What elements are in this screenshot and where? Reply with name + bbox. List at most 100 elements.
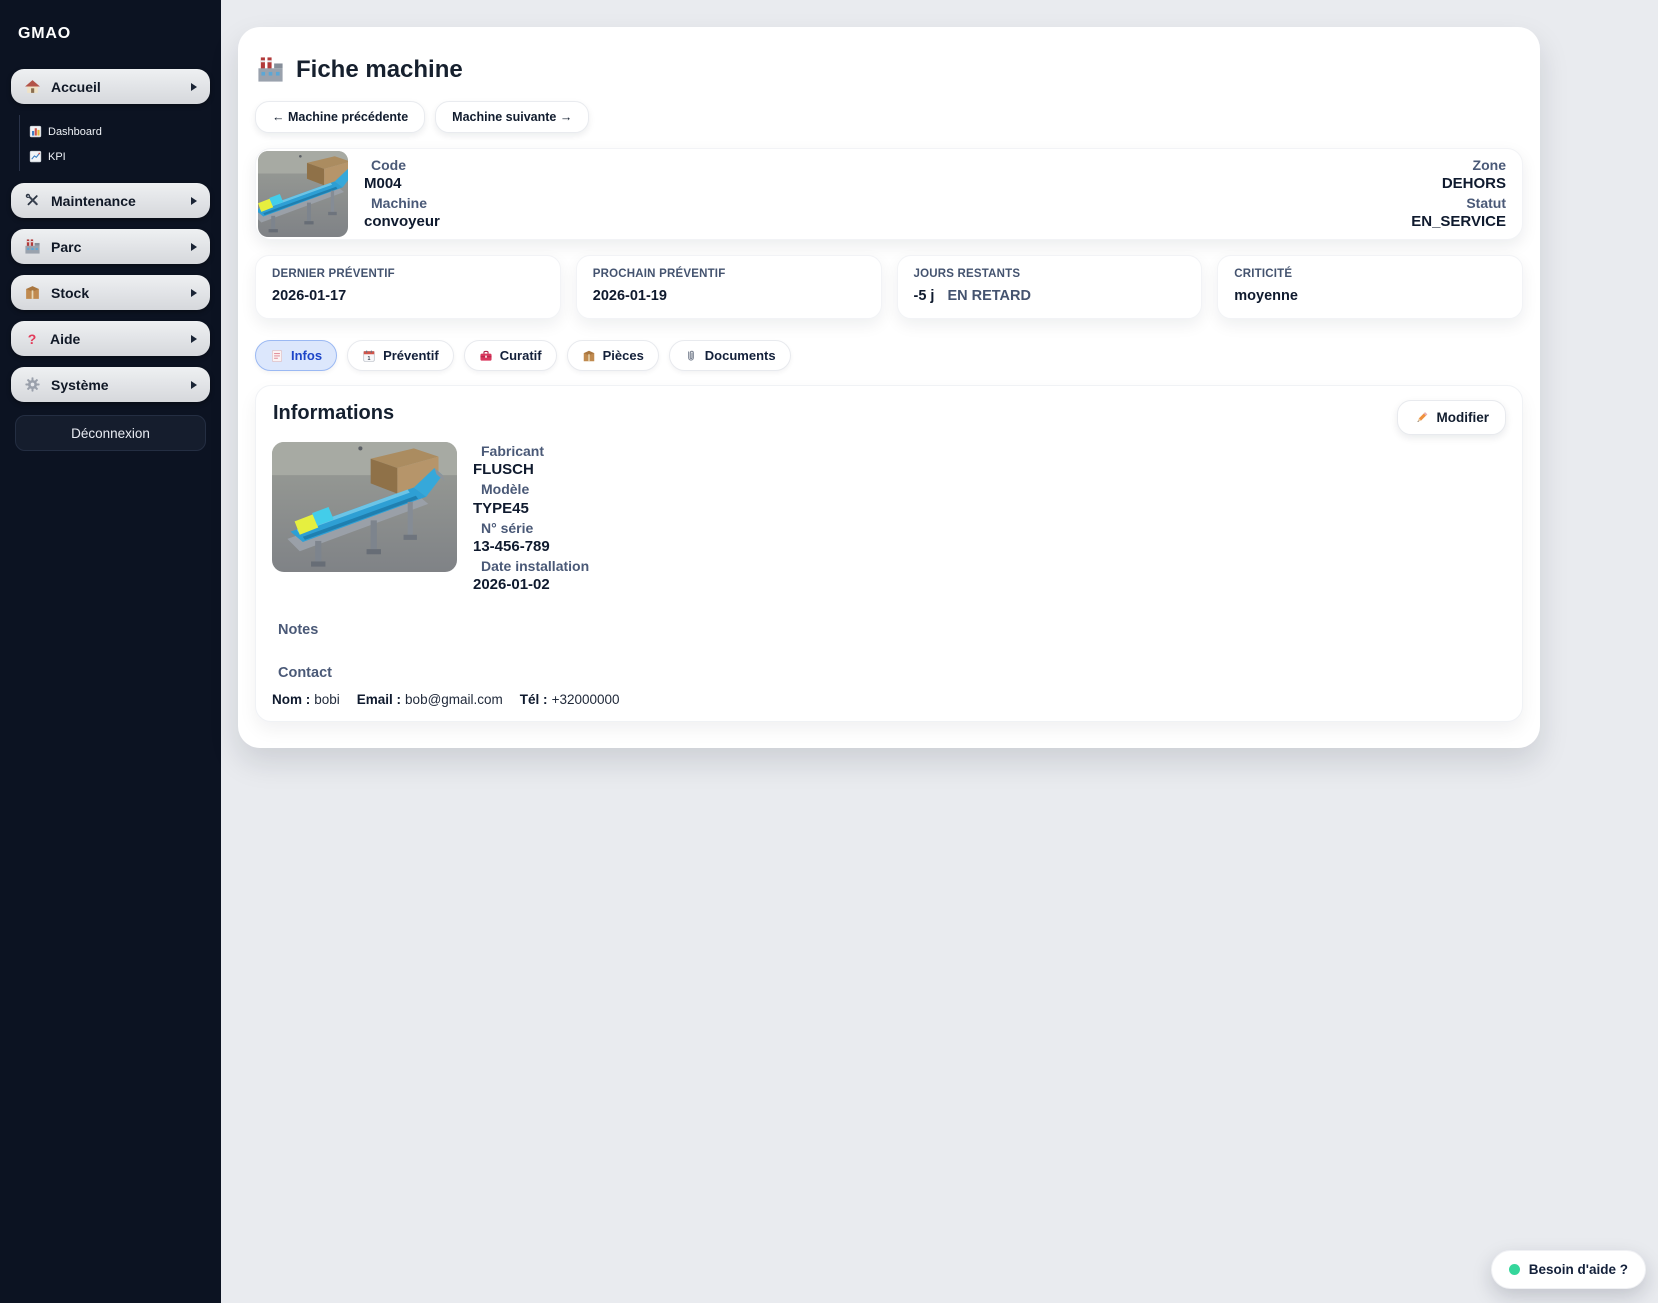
stat-card-criticite: CRITICITÉ moyenne [1217,255,1523,319]
statut-value: EN_SERVICE [1411,212,1506,232]
factory-icon [24,238,41,255]
contact-tel-value: +32000000 [552,692,620,707]
next-machine-button[interactable]: Machine suivante → [435,101,589,133]
sidebar: GMAO Accueil Dashboard KPI Maintenance P… [0,0,221,1303]
stat-card-dernier-preventif: DERNIER PRÉVENTIF 2026-01-17 [255,255,561,319]
edit-button-label: Modifier [1437,410,1490,425]
stat-value: -5 jEN RETARD [914,288,1186,304]
chevron-right-icon [191,83,197,91]
tab-bar: Infos Préventif Curatif Pièces Documents [255,340,1523,371]
sidebar-nav: Accueil Dashboard KPI Maintenance Parc [0,69,221,451]
chevron-right-icon [191,197,197,205]
contact-tel-label: Tél : [520,692,548,707]
field-label: Date installation [473,557,589,575]
zone-value: DEHORS [1411,174,1506,194]
stat-extra: EN RETARD [947,288,1031,304]
tab-documents[interactable]: Documents [669,340,791,371]
sidebar-item-label: Accueil [51,79,101,95]
zone-label: Zone [1411,156,1506,174]
sidebar-item-dashboard[interactable]: Dashboard [29,119,221,144]
contact-email-value: bob@gmail.com [405,692,503,707]
machine-nav-buttons: ← Machine précédente Machine suivante → [255,101,1523,133]
edit-button[interactable]: Modifier [1397,400,1507,435]
stat-card-jours-restants: JOURS RESTANTS -5 jEN RETARD [897,255,1203,319]
code-label: Code [364,156,440,174]
contact-nom-value: bobi [314,692,340,707]
sidebar-item-maintenance[interactable]: Maintenance [11,183,210,218]
sidebar-item-stock[interactable]: Stock [11,275,210,310]
question-icon: ? [24,331,40,347]
sidebar-item-label: Aide [50,331,80,347]
stat-value: 2026-01-17 [272,288,544,304]
stat-value: moyenne [1234,288,1506,304]
tab-label: Curatif [500,348,542,363]
logout-button[interactable]: Déconnexion [15,415,206,451]
sidebar-item-label: Stock [51,285,89,301]
home-icon [24,78,41,95]
previous-machine-button[interactable]: ← Machine précédente [255,101,425,133]
package-icon [582,349,596,363]
package-icon [24,284,41,301]
page-container: Fiche machine ← Machine précédente Machi… [238,27,1540,748]
machine-value: convoyeur [364,212,440,232]
stat-cards: DERNIER PRÉVENTIF 2026-01-17 PROCHAIN PR… [255,255,1523,319]
sidebar-subnav: Dashboard KPI [19,115,221,171]
help-button[interactable]: Besoin d'aide ? [1491,1250,1646,1289]
notes-heading: Notes [278,622,1506,638]
tab-label: Infos [291,348,322,363]
field-label: Fabricant [473,442,589,460]
machine-photo [258,151,348,237]
machine-header-card: Code M004 Machine convoyeur Zone DEHORS … [255,148,1523,240]
statut-label: Statut [1411,194,1506,212]
machine-identity: Code M004 Machine convoyeur [364,156,440,233]
informations-card: Informations Modifier Fabricant FLUSCH M… [255,385,1523,722]
tab-label: Préventif [383,348,439,363]
sidebar-item-parc[interactable]: Parc [11,229,210,264]
sidebar-item-label: Système [51,377,109,393]
chevron-right-icon [191,289,197,297]
informations-title: Informations [273,402,1506,425]
stat-label: CRITICITÉ [1234,268,1506,280]
field-value: 13-456-789 [473,537,589,557]
tab-pieces[interactable]: Pièces [567,340,659,371]
chevron-right-icon [191,243,197,251]
app-logo: GMAO [0,0,221,43]
tab-label: Documents [705,348,776,363]
sidebar-item-accueil[interactable]: Accueil [11,69,210,104]
field-value: 2026-01-02 [473,575,589,595]
tab-label: Pièces [603,348,644,363]
tab-curatif[interactable]: Curatif [464,340,557,371]
line-chart-icon [29,150,42,163]
machine-photo-large [272,442,457,572]
help-button-label: Besoin d'aide ? [1529,1262,1628,1277]
tools-icon [24,192,41,209]
toolbox-icon [479,349,493,363]
sidebar-subitem-label: KPI [48,151,66,163]
informations-body: Fabricant FLUSCH Modèle TYPE45 N° série … [272,442,1506,595]
sidebar-item-aide[interactable]: ? Aide [11,321,210,356]
field-value: FLUSCH [473,460,589,480]
stat-label: DERNIER PRÉVENTIF [272,268,544,280]
stat-label: PROCHAIN PRÉVENTIF [593,268,865,280]
memo-icon [270,349,284,363]
machine-fields: Fabricant FLUSCH Modèle TYPE45 N° série … [473,442,589,595]
sidebar-item-kpi[interactable]: KPI [29,144,221,169]
chevron-right-icon [191,381,197,389]
machine-location-status: Zone DEHORS Statut EN_SERVICE [1411,156,1520,233]
sidebar-item-label: Maintenance [51,193,136,209]
sidebar-subitem-label: Dashboard [48,126,102,138]
status-dot-icon [1509,1264,1520,1275]
field-label: Modèle [473,480,589,498]
page-title-text: Fiche machine [296,56,463,84]
pencil-icon [1414,410,1429,425]
stat-label: JOURS RESTANTS [914,268,1186,280]
tab-preventif[interactable]: Préventif [347,340,454,371]
tab-infos[interactable]: Infos [255,340,337,371]
bar-chart-icon [29,125,42,138]
gear-icon [24,376,41,393]
contact-line: Nom :bobi Email :bob@gmail.com Tél :+320… [272,692,1506,707]
contact-heading: Contact [278,665,1506,681]
calendar-icon [362,349,376,363]
sidebar-item-systeme[interactable]: Système [11,367,210,402]
factory-icon [256,55,285,84]
